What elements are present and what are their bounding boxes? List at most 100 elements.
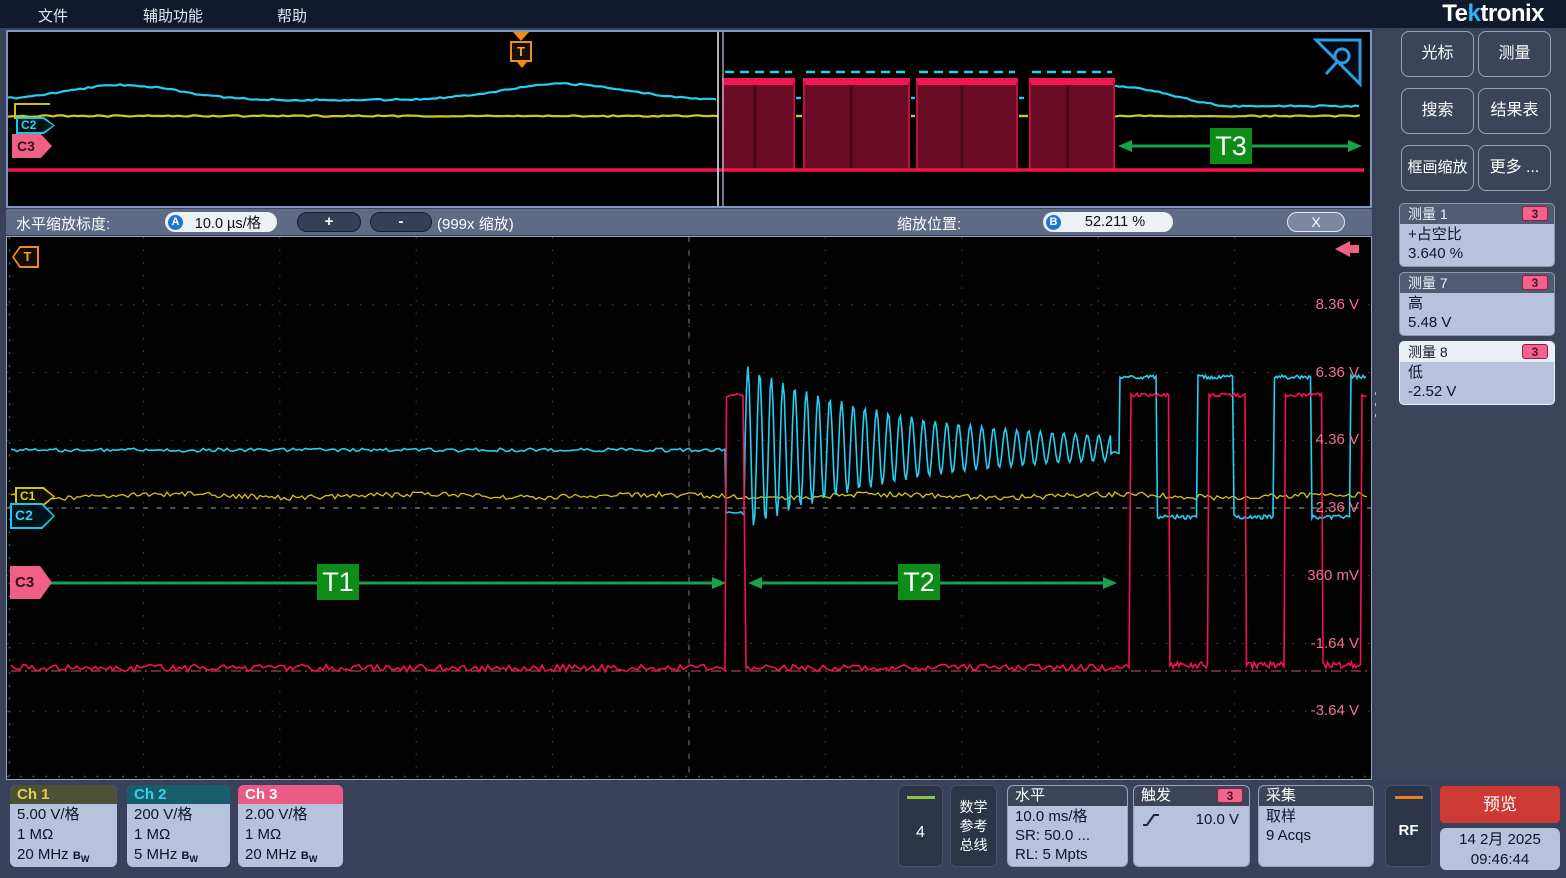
horizontal-title: 水平 — [1008, 786, 1127, 806]
zoom-control-bar: 水平缩放标度: A 10.0 µs/格 + - (999x 缩放) 缩放位置: … — [6, 209, 1372, 235]
channel-3-header: Ch 3 — [238, 785, 343, 804]
math-label: 数学 — [960, 798, 988, 817]
math-ref-bus-badge[interactable]: 数学 参考 总线 — [950, 785, 997, 867]
rising-edge-icon — [1141, 812, 1161, 828]
digital-group-color-icon — [907, 796, 935, 799]
results-table-button[interactable]: 结果表 — [1478, 88, 1551, 134]
zoom-position-label: 缩放位置: — [897, 213, 961, 234]
sample-rate: SR: 50.0 ... — [1015, 826, 1127, 845]
channel-impedance: 1 MΩ — [134, 825, 230, 845]
search-button[interactable]: 搜索 — [1401, 88, 1474, 134]
measurement-name: +占空比 — [1408, 225, 1546, 244]
acquisition-count: 9 Acqs — [1266, 826, 1373, 845]
measurement-name: 低 — [1408, 363, 1546, 382]
channel-scale: 200 V/格 — [134, 805, 230, 825]
date-time-display[interactable]: 14 2月 2025 09:46:44 — [1440, 828, 1560, 870]
measure-button[interactable]: 测量 — [1478, 31, 1551, 77]
menu-utility[interactable]: 辅助功能 — [143, 5, 203, 26]
measurement-badge-8[interactable]: 测量 8 3 低 -2.52 V — [1399, 341, 1555, 405]
channel-3-badge[interactable]: Ch 3 2.00 V/格 1 MΩ 20 MHz BW — [238, 785, 343, 867]
source-channel-badge: 3 — [1522, 206, 1548, 221]
channel-bandwidth: 20 MHz BW — [245, 845, 343, 867]
trigger-level-arrow-icon — [1335, 241, 1350, 257]
zoom-factor-label: (999x 缩放) — [437, 213, 514, 234]
trigger-level-indicator[interactable] — [1335, 241, 1361, 257]
measurement-value: 5.48 V — [1408, 313, 1546, 332]
axis-label: 6.36 V — [1269, 364, 1359, 381]
menu-file[interactable]: 文件 — [38, 5, 68, 26]
trigger-flag-arrow-icon — [513, 32, 529, 41]
sidebar: 光标 测量 搜索 结果表 框画缩放 更多 ... 测量 1 3 +占空比 3.6… — [1376, 28, 1566, 781]
multipurpose-knob-a-icon: A — [168, 215, 183, 230]
axis-label: 8.36 V — [1269, 296, 1359, 313]
channel-scale: 5.00 V/格 — [17, 805, 117, 825]
oscilloscope-screen: 文件 辅助功能 帮助 Tektronix T C2 C3 T3 水平缩放标度: — [0, 0, 1566, 878]
rf-badge[interactable]: RF — [1385, 785, 1432, 867]
channel-1-badge[interactable]: Ch 1 5.00 V/格 1 MΩ 20 MHz BW — [10, 785, 117, 867]
menu-bar: 文件 辅助功能 帮助 Tektronix — [0, 0, 1566, 28]
zoom-waveform-display[interactable]: T C1 C2 C3 T1 T2 8.36 V 6.36 V 4.36 V 2.… — [6, 236, 1372, 780]
acquisition-mode: 取样 — [1266, 807, 1373, 826]
trigger-source-badge: 3 — [1217, 788, 1243, 803]
record-length: RL: 5 Mpts — [1015, 845, 1127, 864]
zoom-close-button[interactable]: X — [1287, 212, 1345, 232]
tektronix-logo: Tektronix — [1442, 0, 1544, 28]
bandwidth-limit-icon: BW — [301, 850, 317, 862]
trigger-badge[interactable]: 触发 3 10.0 V — [1133, 785, 1250, 867]
status-bar: Ch 1 5.00 V/格 1 MΩ 20 MHz BW Ch 2 200 V/… — [0, 781, 1566, 878]
trigger-level: 10.0 V — [1161, 810, 1249, 829]
channel-bandwidth: 5 MHz BW — [134, 845, 230, 867]
cursors-button[interactable]: 光标 — [1401, 31, 1474, 77]
digital-group-label: 4 — [899, 824, 942, 842]
ch1-position-marker — [14, 103, 50, 119]
axis-label: -1.64 V — [1269, 635, 1359, 652]
multipurpose-knob-b-icon: B — [1046, 215, 1061, 230]
t3-measurement-label: T3 — [1210, 128, 1252, 164]
menu-help[interactable]: 帮助 — [277, 5, 307, 26]
overview-waveform-canvas — [8, 32, 1370, 206]
horizontal-scale: 10.0 ms/格 — [1015, 807, 1127, 826]
measurement-value: 3.640 % — [1408, 244, 1546, 263]
bus-label: 总线 — [960, 836, 988, 855]
channel-bandwidth: 20 MHz BW — [17, 845, 117, 867]
ref-label: 参考 — [960, 817, 988, 836]
horizontal-badge[interactable]: 水平 10.0 ms/格 SR: 50.0 ... RL: 5 Mpts — [1007, 785, 1128, 867]
axis-label: 4.36 V — [1269, 431, 1359, 448]
zoom-in-button[interactable]: + — [297, 212, 361, 232]
measurement-name: 高 — [1408, 294, 1546, 313]
measurement-title: 测量 1 — [1408, 206, 1448, 222]
measurement-badge-1[interactable]: 测量 1 3 +占空比 3.640 % — [1399, 203, 1555, 267]
channel-1-header: Ch 1 — [10, 785, 117, 804]
measurement-value: -2.52 V — [1408, 382, 1546, 401]
source-channel-badge: 3 — [1522, 275, 1548, 290]
date: 14 2月 2025 — [1440, 830, 1560, 850]
acquisition-badge[interactable]: 采集 取样 9 Acqs — [1258, 785, 1374, 867]
channel-2-header: Ch 2 — [127, 785, 230, 804]
bandwidth-limit-icon: BW — [182, 850, 198, 862]
source-channel-badge: 3 — [1522, 344, 1548, 359]
measurement-badge-7[interactable]: 测量 7 3 高 5.48 V — [1399, 272, 1555, 336]
zoom-position-value[interactable]: B 52.211 % — [1043, 212, 1173, 232]
digital-group-badge[interactable]: 4 — [898, 785, 943, 867]
overview-waveform-panel[interactable]: T C2 C3 T3 — [6, 30, 1372, 208]
more-button[interactable]: 更多 ... — [1478, 145, 1551, 191]
preview-status-button[interactable]: 预览 — [1440, 786, 1560, 823]
zoom-mode-icon[interactable] — [1312, 36, 1364, 88]
rf-label: RF — [1386, 822, 1431, 839]
main-waveform-canvas — [7, 237, 1371, 779]
rf-color-icon — [1395, 796, 1423, 799]
channel-2-badge[interactable]: Ch 2 200 V/格 1 MΩ 5 MHz BW — [127, 785, 230, 867]
box-zoom-button[interactable]: 框画缩放 — [1401, 145, 1474, 191]
t2-measurement-label: T2 — [898, 564, 940, 600]
trigger-flag-pointer-icon — [517, 62, 527, 68]
bandwidth-limit-icon: BW — [73, 850, 89, 862]
zoom-scale-label: 水平缩放标度: — [16, 213, 110, 234]
channel-scale: 2.00 V/格 — [245, 805, 343, 825]
zoom-out-button[interactable]: - — [370, 212, 432, 232]
trigger-position-flag[interactable]: T — [510, 32, 532, 70]
acquisition-title: 采集 — [1259, 786, 1373, 806]
channel-impedance: 1 MΩ — [245, 825, 343, 845]
zoom-scale-value[interactable]: A 10.0 µs/格 — [165, 212, 277, 232]
trigger-title: 触发 — [1141, 787, 1171, 804]
measurement-title: 测量 8 — [1408, 344, 1448, 360]
